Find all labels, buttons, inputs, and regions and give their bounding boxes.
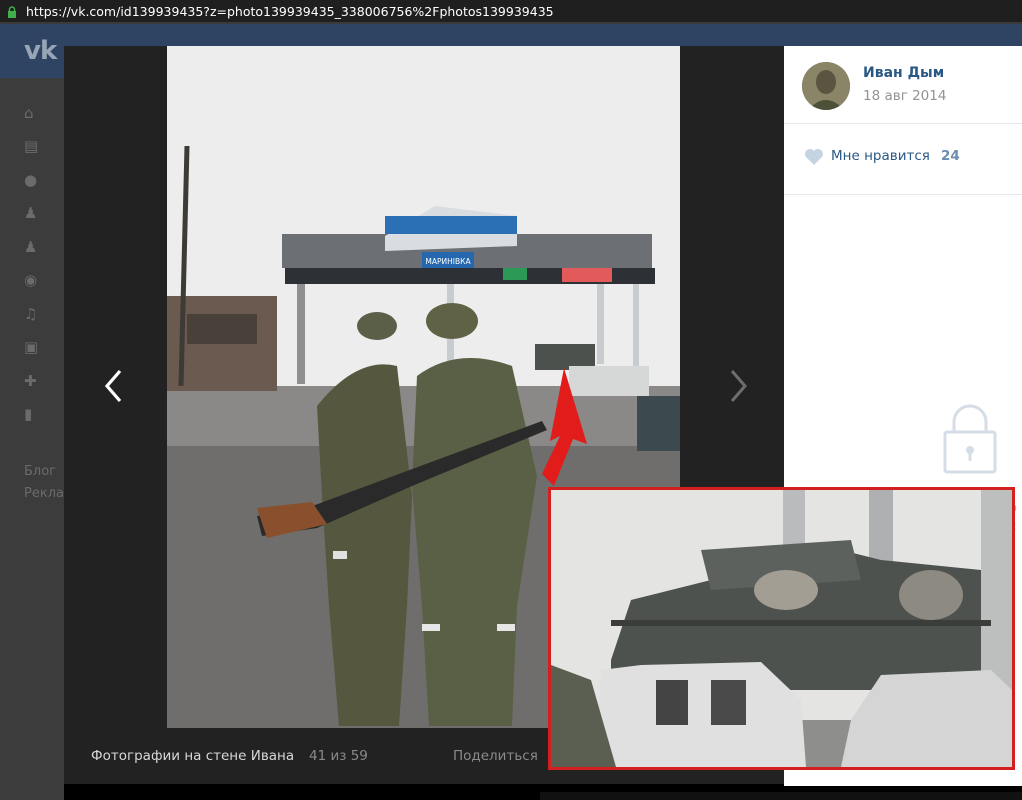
author-name[interactable]: Иван Дым (863, 65, 944, 81)
groups-icon: ♟ (24, 238, 38, 256)
news-icon: ▤ (24, 137, 39, 155)
vk-logo[interactable]: vk (24, 36, 57, 66)
page-bottom-strip (540, 792, 1022, 800)
like-count: 24 (941, 148, 960, 164)
inset-image (551, 490, 1012, 767)
avatar[interactable] (802, 62, 850, 110)
divider (784, 123, 1022, 124)
sidebar-footer-ads[interactable]: Рекла (24, 486, 64, 501)
market-icon: ▮ (24, 405, 33, 423)
checkpoint-sign: МАРИНІВКА (425, 257, 471, 266)
comments-locked-icon (943, 404, 997, 474)
video-icon: ▣ (24, 338, 39, 356)
vk-sidebar: ⌂ ▤ ● ♟ ♟ ◉ ♫ ▣ ✚ ▮ Блог Рекла (0, 78, 64, 800)
music-icon: ♫ (24, 305, 38, 323)
post-date[interactable]: 18 авг 2014 (863, 88, 946, 104)
friends-icon: ♟ (24, 204, 38, 222)
url-text[interactable]: https://vk.com/id139939435?z=photo139939… (26, 4, 554, 19)
share-button[interactable]: Поделиться (453, 748, 538, 764)
heart-icon (805, 149, 823, 165)
photo-counter: 41 из 59 (309, 748, 368, 764)
home-icon: ⌂ (24, 104, 34, 122)
sidebar-footer-blog[interactable]: Блог (24, 464, 56, 479)
next-photo-arrow-icon[interactable] (726, 368, 750, 404)
album-title[interactable]: Фотографии на стене Ивана (91, 748, 294, 764)
zoomed-inset (548, 487, 1015, 770)
avatar-image (802, 62, 850, 110)
camera-icon: ◉ (24, 271, 38, 289)
games-icon: ✚ (24, 372, 37, 390)
browser-address-bar[interactable]: https://vk.com/id139939435?z=photo139939… (0, 0, 1022, 24)
secure-lock-icon (8, 6, 16, 18)
divider (784, 194, 1022, 195)
previous-photo-arrow-icon[interactable] (102, 368, 126, 404)
like-label: Мне нравится (831, 148, 930, 164)
messages-icon: ● (24, 171, 38, 189)
